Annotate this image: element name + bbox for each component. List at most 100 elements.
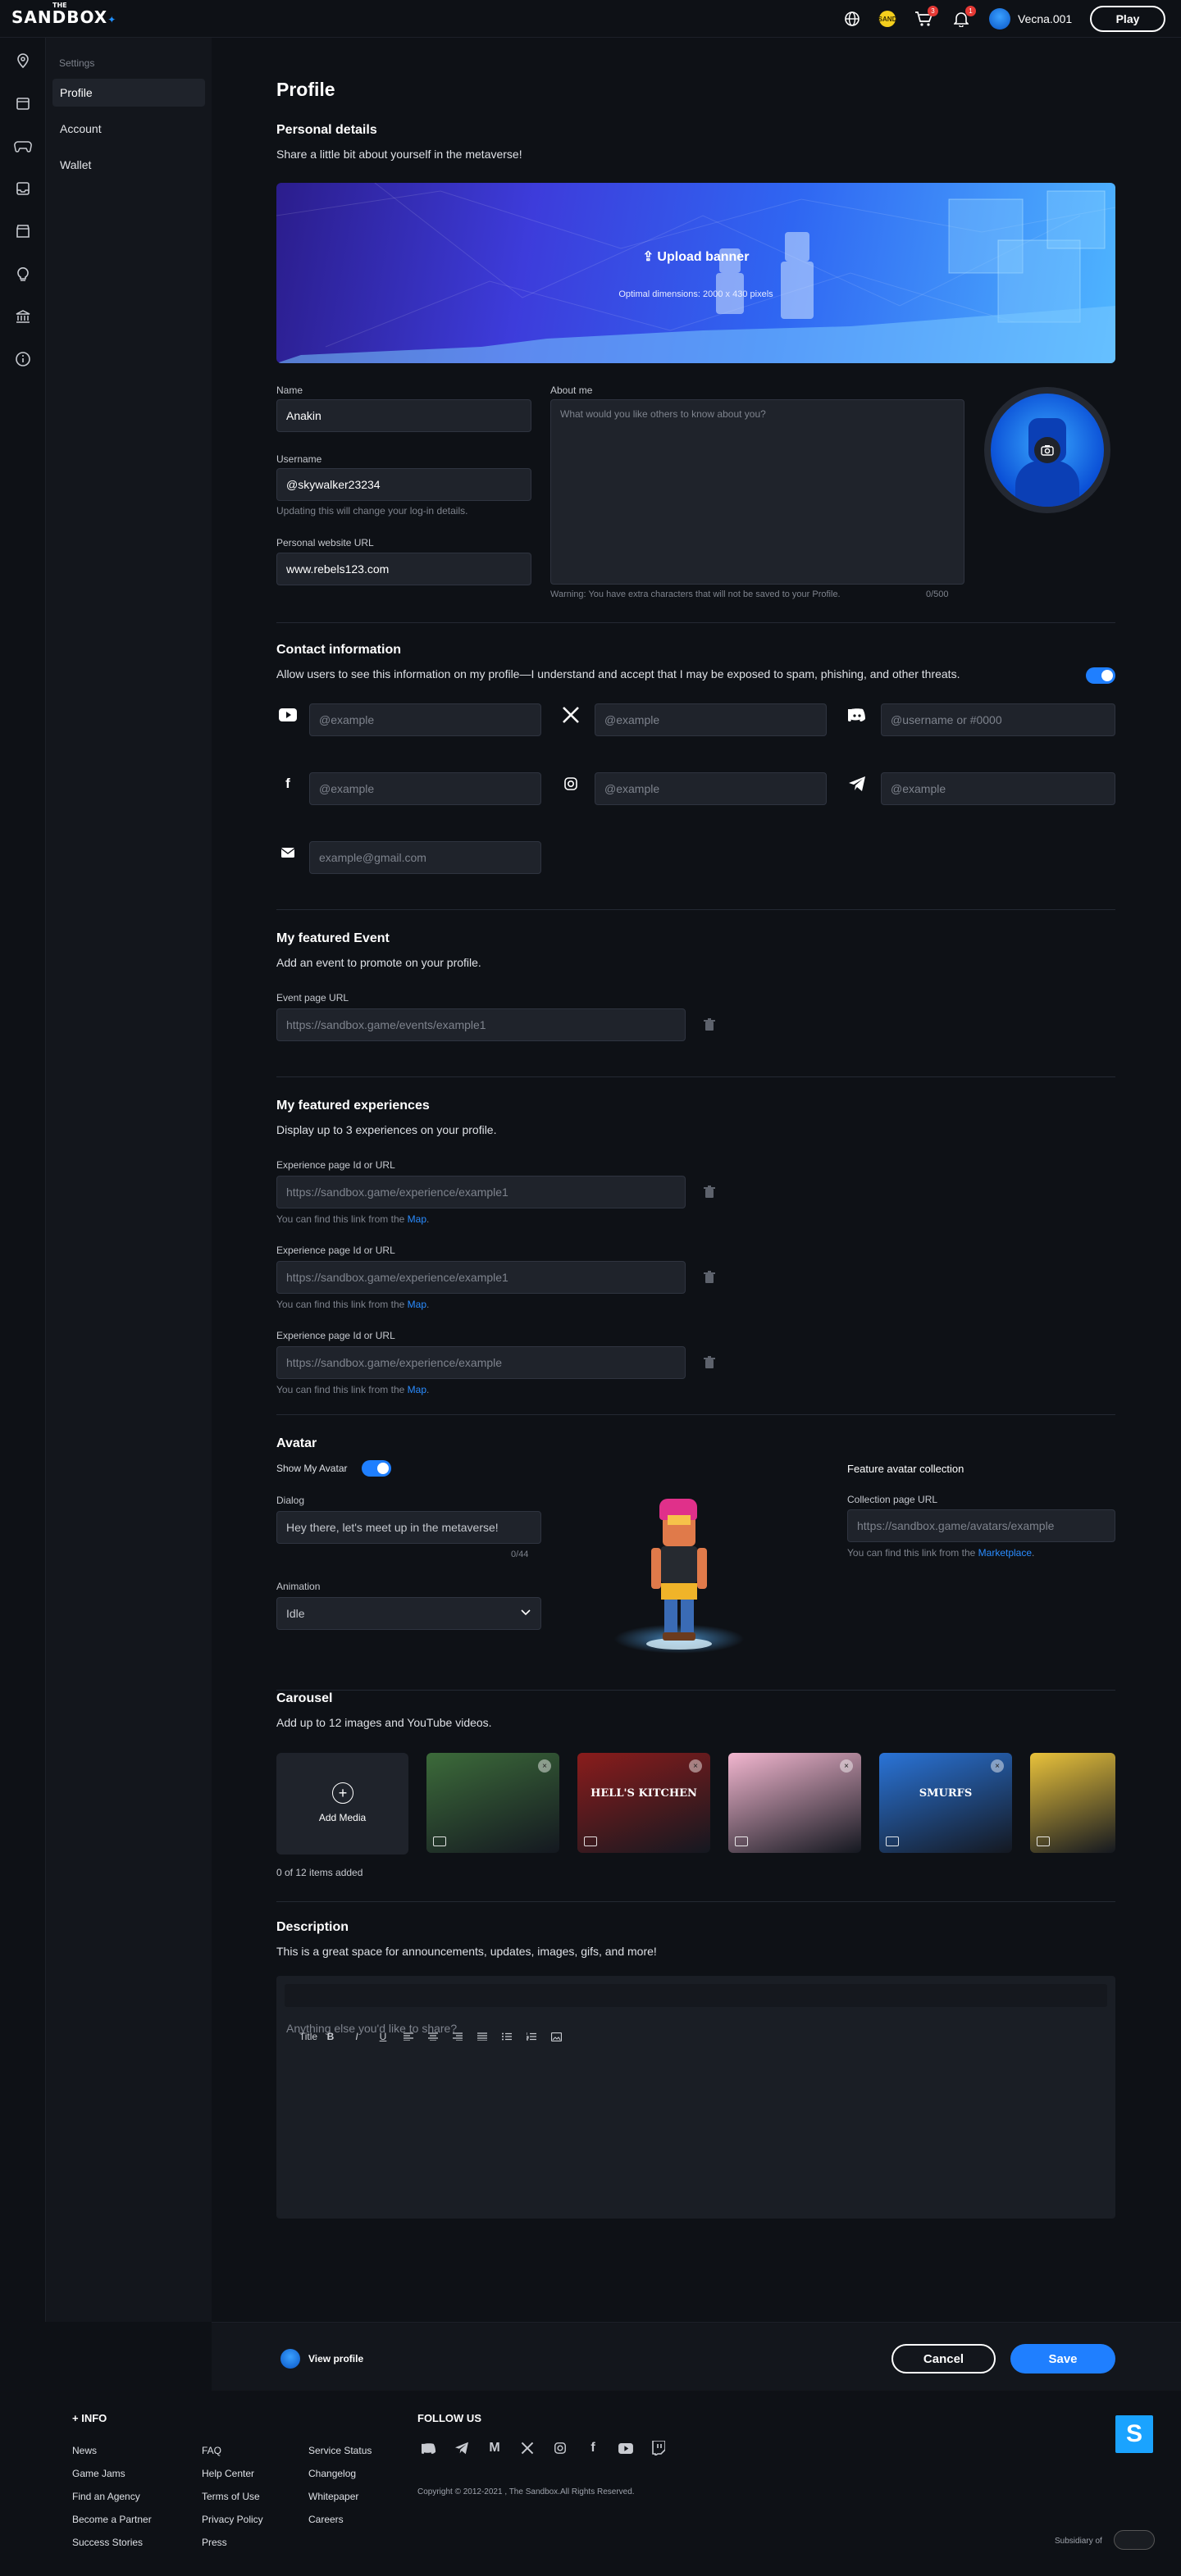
email-input[interactable]: example@gmail.com [309, 841, 541, 874]
trash-icon[interactable] [700, 1016, 718, 1034]
name-input[interactable]: Anakin [276, 399, 531, 432]
inbox-icon[interactable] [13, 179, 33, 198]
facebook-input[interactable]: @example [309, 772, 541, 805]
profile-banner[interactable]: ⇪ Upload banner Optimal dimensions: 2000… [276, 183, 1115, 363]
sidebar-item-wallet[interactable]: Wallet [52, 151, 205, 179]
footer-link[interactable]: Success Stories [72, 2537, 143, 2548]
trash-icon[interactable] [700, 1268, 718, 1286]
trash-icon[interactable] [700, 1183, 718, 1201]
save-button[interactable]: Save [1010, 2344, 1115, 2373]
play-button[interactable]: Play [1090, 6, 1165, 32]
footer-link[interactable]: Service Status [308, 2445, 372, 2456]
calendar-icon[interactable] [13, 93, 33, 113]
map-link[interactable]: Map [408, 1213, 426, 1225]
dialog-input[interactable]: Hey there, let's meet up in the metavers… [276, 1511, 541, 1544]
toolbar-bold-button[interactable]: B [325, 2028, 336, 2045]
gamepad-icon[interactable] [13, 136, 33, 156]
website-input[interactable]: www.rebels123.com [276, 553, 531, 585]
toolbar-italic-button[interactable]: I [351, 2028, 363, 2045]
align-left-icon[interactable] [402, 2028, 415, 2045]
footer-link[interactable]: Changelog [308, 2468, 356, 2479]
align-center-icon[interactable] [426, 2028, 440, 2045]
experience-url-input-1[interactable]: https://sandbox.game/experience/example1 [276, 1176, 686, 1208]
footer-link[interactable]: News [72, 2445, 97, 2456]
footer-link[interactable]: Terms of Use [202, 2491, 260, 2502]
description-editor[interactable]: Anything else you'd like to share? [276, 1976, 1115, 2219]
carousel-thumbnail[interactable]: HELL'S KITCHEN × [577, 1753, 710, 1853]
x-input[interactable]: @example [595, 703, 827, 736]
bullet-list-icon[interactable] [500, 2028, 513, 2045]
carousel-thumbnail[interactable]: × [728, 1753, 861, 1853]
info-heading: + INFO [72, 2412, 107, 2424]
numbered-list-icon[interactable] [525, 2028, 538, 2045]
globe-icon[interactable] [842, 9, 862, 29]
animation-select[interactable]: Idle [276, 1597, 541, 1630]
user-name[interactable]: Vecna.001 [1018, 12, 1072, 25]
footer-link[interactable]: Whitepaper [308, 2491, 358, 2502]
footer-link[interactable]: Privacy Policy [202, 2514, 263, 2525]
instagram-icon[interactable] [549, 2437, 572, 2460]
view-profile-avatar[interactable] [280, 2349, 300, 2369]
sandbox-brand-icon[interactable]: S [1115, 2415, 1153, 2453]
about-textarea[interactable]: What would you like others to know about… [550, 399, 964, 585]
toolbar-title-button[interactable]: Title [297, 2028, 320, 2045]
toolbar-underline-button[interactable]: U [377, 2028, 389, 2045]
trash-icon[interactable] [700, 1354, 718, 1372]
footer-link[interactable]: Find an Agency [72, 2491, 140, 2502]
camera-icon[interactable] [1034, 437, 1060, 463]
cancel-button[interactable]: Cancel [891, 2344, 996, 2373]
cart-icon[interactable]: 3 [914, 6, 938, 29]
carousel-thumbnail[interactable]: × [426, 1753, 559, 1853]
lightbulb-icon[interactable] [13, 264, 33, 284]
banner-upload-label[interactable]: Upload banner [657, 250, 749, 264]
telegram-icon[interactable] [450, 2437, 473, 2460]
discord-icon[interactable] [417, 2437, 440, 2460]
bank-icon[interactable] [13, 307, 33, 326]
carousel-thumbnail[interactable] [1030, 1753, 1115, 1853]
username-input[interactable]: @skywalker23234 [276, 468, 531, 501]
facebook-icon[interactable]: f [581, 2437, 604, 2460]
contact-visibility-toggle[interactable] [1086, 667, 1115, 684]
info-icon[interactable] [13, 349, 33, 369]
remove-media-icon[interactable]: × [840, 1759, 853, 1773]
map-link[interactable]: Map [408, 1384, 426, 1395]
user-avatar[interactable] [989, 8, 1010, 30]
footer-link[interactable]: Careers [308, 2514, 344, 2525]
instagram-input[interactable]: @example [595, 772, 827, 805]
view-profile-link[interactable]: View profile [308, 2353, 363, 2364]
experience-url-input-2[interactable]: https://sandbox.game/experience/example1 [276, 1261, 686, 1294]
youtube-input[interactable]: @example [309, 703, 541, 736]
footer-link[interactable]: Press [202, 2537, 227, 2548]
store-icon[interactable] [13, 221, 33, 241]
map-pin-icon[interactable] [13, 51, 33, 71]
remove-media-icon[interactable]: × [991, 1759, 1004, 1773]
telegram-input[interactable]: @example [881, 772, 1115, 805]
image-icon[interactable] [549, 2028, 563, 2045]
align-right-icon[interactable] [451, 2028, 464, 2045]
experience-url-input-3[interactable]: https://sandbox.game/experience/example [276, 1346, 686, 1379]
event-url-input[interactable]: https://sandbox.game/events/example1 [276, 1008, 686, 1041]
sand-coin-icon[interactable]: SAND [878, 11, 896, 27]
carousel-thumbnail[interactable]: SMURFS × [879, 1753, 1012, 1853]
profile-avatar[interactable] [984, 387, 1110, 513]
bell-icon[interactable]: 1 [951, 6, 976, 29]
footer-link[interactable]: Become a Partner [72, 2514, 152, 2525]
collection-url-input[interactable]: https://sandbox.game/avatars/example [847, 1509, 1115, 1542]
sidebar-item-account[interactable]: Account [52, 115, 205, 143]
footer-link[interactable]: Help Center [202, 2468, 254, 2479]
footer-link[interactable]: FAQ [202, 2445, 221, 2456]
discord-input[interactable]: @username or #0000 [881, 703, 1115, 736]
x-icon[interactable] [516, 2437, 539, 2460]
marketplace-link[interactable]: Marketplace [978, 1547, 1032, 1559]
map-link[interactable]: Map [408, 1299, 426, 1310]
medium-icon[interactable]: M [483, 2437, 506, 2460]
sidebar-item-profile[interactable]: Profile [52, 79, 205, 107]
show-avatar-toggle[interactable] [362, 1460, 391, 1477]
remove-media-icon[interactable]: × [689, 1759, 702, 1773]
twitch-icon[interactable] [647, 2437, 670, 2460]
footer-link[interactable]: Game Jams [72, 2468, 125, 2479]
sandbox-logo[interactable]: THE SANDBOX✦ [11, 2, 116, 27]
remove-media-icon[interactable]: × [538, 1759, 551, 1773]
align-justify-icon[interactable] [476, 2028, 489, 2045]
youtube-icon[interactable] [614, 2437, 637, 2460]
